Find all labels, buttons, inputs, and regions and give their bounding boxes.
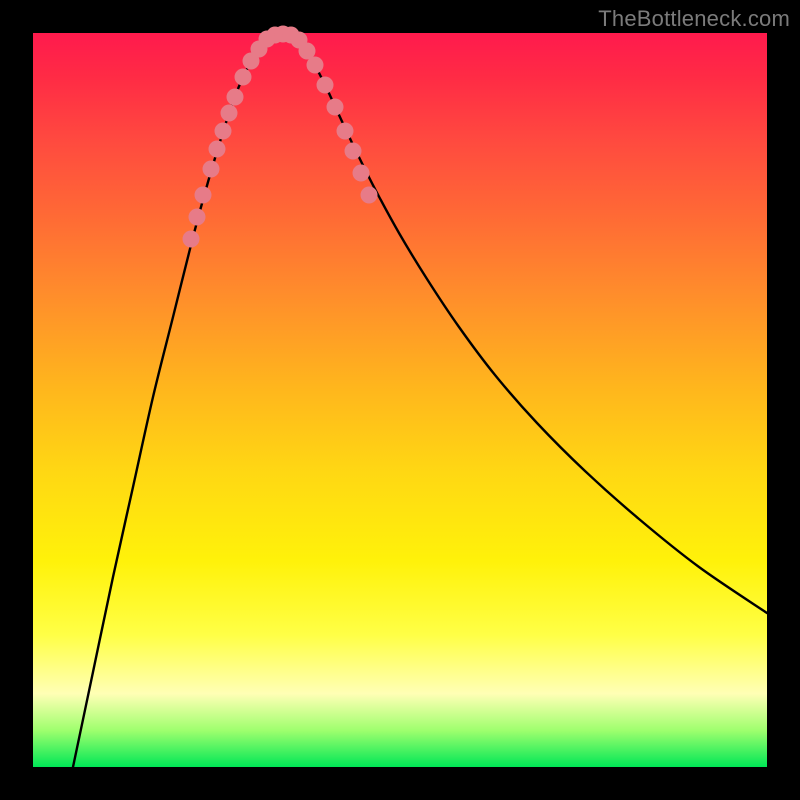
marker-dot	[307, 57, 324, 74]
marker-dot	[353, 165, 370, 182]
marker-dot	[183, 231, 200, 248]
chart-frame: TheBottleneck.com	[0, 0, 800, 800]
marker-dot	[327, 99, 344, 116]
marker-dot	[215, 123, 232, 140]
marker-dot	[235, 69, 252, 86]
marker-dot	[317, 77, 334, 94]
marker-dot	[189, 209, 206, 226]
curve-right-branch	[293, 33, 767, 613]
marker-dot	[203, 161, 220, 178]
marker-dot	[221, 105, 238, 122]
marker-dot	[195, 187, 212, 204]
marker-dot	[361, 187, 378, 204]
curve-left-branch	[73, 33, 273, 767]
watermark-text: TheBottleneck.com	[598, 6, 790, 32]
highlight-markers	[183, 26, 378, 248]
marker-dot	[337, 123, 354, 140]
marker-dot	[227, 89, 244, 106]
marker-dot	[209, 141, 226, 158]
chart-svg	[33, 33, 767, 767]
marker-dot	[345, 143, 362, 160]
